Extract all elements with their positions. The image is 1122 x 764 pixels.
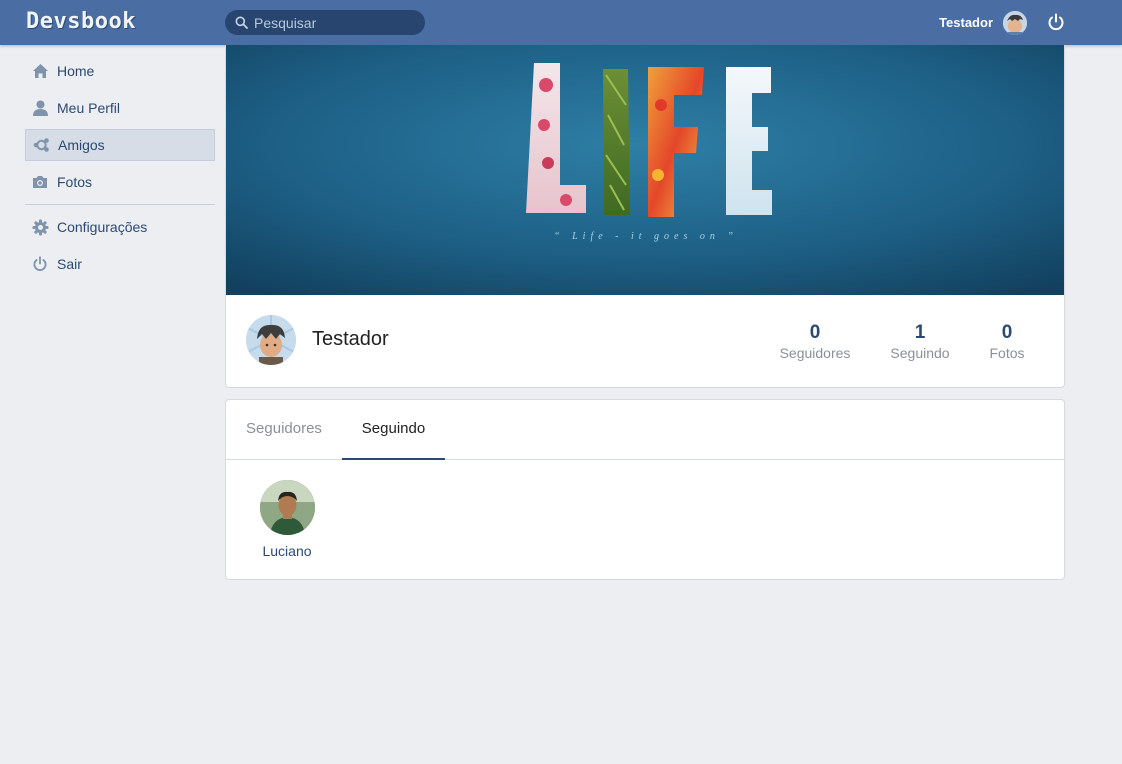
profile-avatar[interactable] [246,315,296,365]
power-icon [31,255,49,273]
sidebar-item-label: Meu Perfil [57,100,121,116]
power-icon [1048,13,1064,31]
sidebar-item-meu-perfil[interactable]: Meu Perfil [25,92,215,124]
sidebar-item-fotos[interactable]: Fotos [25,166,215,198]
cover-image: “ Life - it goes on ” [226,45,1064,295]
sidebar-item-label: Configurações [57,219,148,235]
gear-icon [31,218,49,236]
stat-value: 0 [809,322,821,343]
cover-tagline: “ Life - it goes on ” [554,231,738,242]
search-box[interactable] [225,10,425,35]
sidebar-item-label: Fotos [57,174,93,190]
app-logo[interactable]: Devsbook [26,9,136,34]
profile-name: Testador [312,328,389,350]
stat-label: Fotos [989,345,1025,361]
user-icon [31,99,49,117]
sidebar-item-label: Amigos [58,137,105,153]
camera-icon [31,173,49,191]
sidebar: Home Meu Perfil Amigos Fotos Configuraçõ… [25,55,215,285]
stat-fotos[interactable]: 0 Fotos [987,322,1027,362]
logout-button[interactable] [1046,12,1066,32]
user-menu[interactable]: Testador [939,9,1027,36]
stat-label: Seguidores [779,345,851,361]
friend-avatar[interactable] [259,480,315,535]
friends-card: Seguidores Seguindo Luciano [225,399,1065,580]
user-avatar[interactable] [1003,10,1027,35]
sidebar-item-amigos[interactable]: Amigos [25,129,215,161]
home-icon [31,62,49,80]
tab-bar: Seguidores Seguindo [226,400,1064,460]
tab-seguidores[interactable]: Seguidores [226,400,342,460]
sidebar-item-configuracoes[interactable]: Configurações [25,211,215,243]
user-name[interactable]: Testador [939,15,993,30]
profile-card: “ Life - it goes on ” Testador 0 Seguido… [225,45,1065,388]
friends-icon [32,136,50,154]
sidebar-item-sair[interactable]: Sair [25,248,215,280]
sidebar-item-home[interactable]: Home [25,55,215,87]
profile-info: Testador 0 Seguidores 1 Seguindo 0 Fotos [226,295,1064,387]
sidebar-divider [25,204,215,205]
stat-seguidores[interactable]: 0 Seguidores [779,322,851,362]
top-bar: Devsbook Testador [0,0,1122,45]
tab-seguindo[interactable]: Seguindo [342,400,445,460]
sidebar-item-label: Home [57,63,95,79]
sidebar-item-label: Sair [57,256,82,272]
stat-value: 0 [1001,322,1013,343]
stat-seguindo[interactable]: 1 Seguindo [889,322,951,362]
stat-value: 1 [914,322,926,343]
friend-name[interactable]: Luciano [257,543,317,559]
search-input[interactable] [254,14,404,31]
stat-label: Seguindo [890,345,950,361]
friend-item[interactable]: Luciano [257,480,317,559]
search-icon [235,16,248,29]
